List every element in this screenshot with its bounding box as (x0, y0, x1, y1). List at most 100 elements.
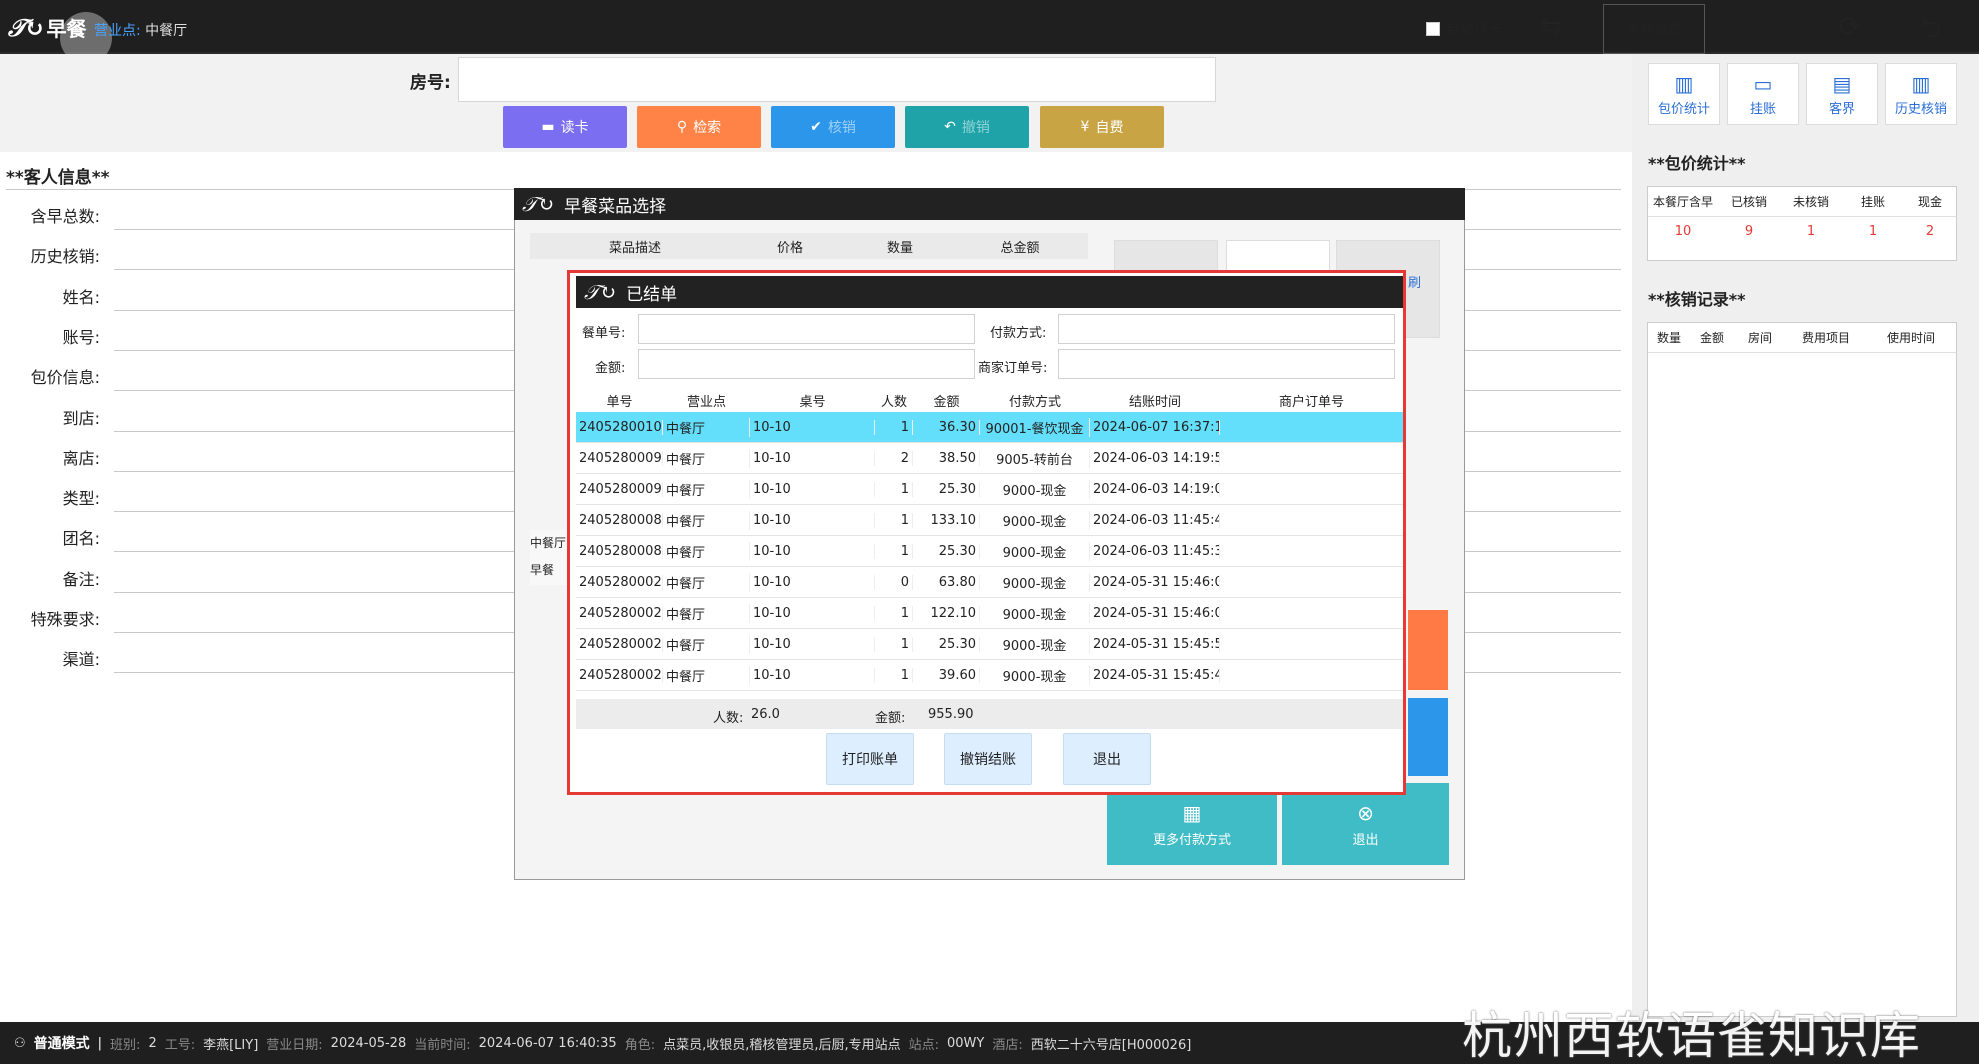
print-bill-button[interactable]: 打印账单 (826, 733, 914, 785)
table-cell: 24052800096 (576, 450, 663, 466)
table-cell: 中餐厅 (663, 541, 750, 561)
app-logo: 𝒯↻ 早餐 (8, 10, 88, 44)
more-payment-button[interactable]: ▦ 更多付款方式 (1107, 783, 1277, 865)
table-cell: 133.10 (913, 512, 980, 528)
column-header[interactable]: 商户订单号 (1220, 391, 1403, 410)
table-row[interactable]: 24052800096 中餐厅 10-10 2 38.50 9005-转前台 2024-06… (576, 443, 1403, 474)
table-cell: 63.80 (913, 574, 980, 590)
table-header-row: 单号 营业点 桌号 人数 金额 付款方式 结账时间 商户订单号 (576, 388, 1403, 412)
user-icon: ⚇ (14, 1035, 26, 1051)
settled-exit-button[interactable]: 退出 (1063, 733, 1151, 785)
menu-header: 数量 (886, 240, 913, 256)
bizdate-value: 2024-05-28 (330, 1035, 407, 1051)
table-cell: 2024-06-03 11:45:46 (1090, 512, 1220, 528)
pay-tile-orange[interactable] (1408, 610, 1448, 690)
pkg-header: 现金 (1917, 195, 1942, 209)
auto-read-checkbox[interactable] (1426, 22, 1440, 36)
table-row[interactable]: 24052800081 中餐厅 10-10 1 25.30 9000-现金 2024-06-… (576, 536, 1403, 567)
read-card-button[interactable]: ▬ 读卡 (503, 106, 627, 148)
table-cell: 中餐厅 (663, 448, 750, 468)
column-header[interactable]: 付款方式 (980, 391, 1090, 410)
refresh-icon[interactable]: ⟳ (1838, 10, 1861, 43)
pkg-header: 已核销 (1730, 195, 1767, 209)
logo-mark-icon: 𝒯↻ (584, 280, 617, 304)
table-row[interactable]: 24052800020 中餐厅 10-10 0 63.80 9000-现金 2024-05-… (576, 567, 1403, 598)
table-cell: 24052800023 (576, 667, 663, 683)
business-point-value: 中餐厅 (145, 23, 188, 39)
verify-button[interactable]: ✔ 核销 (771, 106, 895, 148)
package-stats-button[interactable]: ▥ 包价统计 (1648, 63, 1720, 125)
table-row[interactable]: 24052800108 中餐厅 10-10 1 36.30 90001-餐饮现金 2024-… (576, 412, 1403, 443)
writeoff-header: 费用项目 (1801, 331, 1850, 345)
table-cell: 9000-现金 (980, 541, 1090, 561)
search-button[interactable]: ⚲ 检索 (637, 106, 761, 148)
package-stats-title: **包价统计** (1648, 154, 1746, 173)
room-label: 房号: (410, 73, 451, 93)
writeoff-header: 使用时间 (1886, 331, 1935, 345)
guest-field-label: 特殊要求: (30, 610, 100, 629)
table-cell: 中餐厅 (663, 510, 750, 530)
column-header[interactable]: 金额 (913, 391, 980, 410)
merchant-order-input[interactable] (1058, 349, 1395, 379)
people-value: 26.0 (751, 707, 780, 722)
table-cell: 38.50 (913, 450, 980, 466)
order-no-input[interactable] (638, 314, 975, 344)
table-cell: 9000-现金 (980, 572, 1090, 592)
table-cell: 10-10 (750, 574, 875, 590)
package-stats-table: 本餐厅含早 已核销 未核销 挂账 现金 10 9 1 1 2 (1647, 186, 1957, 261)
search-label: 检索 (693, 120, 722, 136)
params-settings-button[interactable]: 参数设置 (1603, 4, 1705, 54)
table-cell: 1 (875, 512, 913, 528)
table-row[interactable]: 24052800095 中餐厅 10-10 1 25.30 9000-现金 2024-06-… (576, 474, 1403, 505)
guest-field-label: 类型: (62, 489, 100, 509)
column-header[interactable]: 桌号 (750, 391, 875, 410)
table-cell: 2024-06-03 11:45:39 (1090, 543, 1220, 559)
table-cell: 10-10 (750, 512, 875, 528)
pay-tile-blue[interactable] (1408, 698, 1448, 776)
business-point: 营业点: 中餐厅 (94, 20, 187, 40)
table-row[interactable]: 24052800021 中餐厅 10-10 1 122.10 9000-现金 2024-05… (576, 598, 1403, 629)
column-header[interactable]: 人数 (875, 391, 913, 410)
table-cell: 1 (875, 605, 913, 621)
more-payment-label: 更多付款方式 (1152, 832, 1231, 848)
table-cell: 24052800108 (576, 419, 663, 435)
pay-method-input[interactable] (1058, 314, 1395, 344)
amount-input[interactable] (638, 349, 975, 379)
table-cell: 2024-05-31 15:45:48 (1090, 667, 1220, 683)
room-input[interactable] (458, 57, 1216, 102)
watermark: 杭州西软语雀知识库 (1462, 1007, 1921, 1064)
menu-header: 总金额 (1000, 240, 1040, 256)
bar-chart-icon: ▥ (1674, 71, 1694, 96)
menu-exit-button[interactable]: ⊗ 退出 (1282, 783, 1449, 865)
undo-button[interactable]: ↶ 撤销 (905, 106, 1029, 148)
self-pay-label: 自费 (1095, 120, 1124, 136)
column-header[interactable]: 结账时间 (1090, 391, 1220, 410)
history-writeoff-button[interactable]: ▥ 历史核销 (1885, 63, 1957, 125)
undo-icon: ↶ (944, 119, 956, 135)
guest-view-button[interactable]: ▤ 客界 (1806, 63, 1878, 125)
auto-read-toggle[interactable]: 自动读卡 (1426, 19, 1502, 39)
guest-field-label: 到店: (62, 408, 100, 428)
charge-button[interactable]: ▭ 挂账 (1727, 63, 1799, 125)
business-point-label: 营业点: (94, 23, 141, 39)
table-row[interactable]: 24052800022 中餐厅 10-10 1 25.30 9000-现金 2024-05-… (576, 629, 1403, 660)
table-cell: 中餐厅 (663, 479, 750, 499)
self-pay-button[interactable]: ¥ 自费 (1040, 106, 1164, 148)
swap-icon[interactable]: ⇆ (1540, 12, 1562, 42)
table-cell: 1 (875, 481, 913, 497)
cancel-settlement-button[interactable]: 撤销结账 (944, 733, 1032, 785)
column-header[interactable]: 营业点 (663, 391, 750, 410)
table-row[interactable]: 24052800023 中餐厅 10-10 1 39.60 9000-现金 2024-05-… (576, 660, 1403, 691)
return-icon[interactable]: ⮌ (1920, 10, 1941, 54)
mode-text: 普通模式 (33, 1036, 90, 1052)
table-row[interactable]: 24052800082 中餐厅 10-10 1 133.10 9000-现金 2024-06… (576, 505, 1403, 536)
menu-header: 价格 (776, 240, 803, 256)
undo-label: 撤销 (961, 120, 990, 136)
site-value: 00WY (947, 1035, 985, 1051)
summary-amount-label: 金额: (875, 711, 906, 726)
separator: | (97, 1035, 103, 1051)
column-header[interactable]: 单号 (576, 391, 663, 410)
people-label: 人数: (713, 711, 744, 726)
table-cell: 24052800095 (576, 481, 663, 497)
role-value: 点菜员,收银员,稽核管理员,后厨,专用站点 (663, 1037, 901, 1053)
